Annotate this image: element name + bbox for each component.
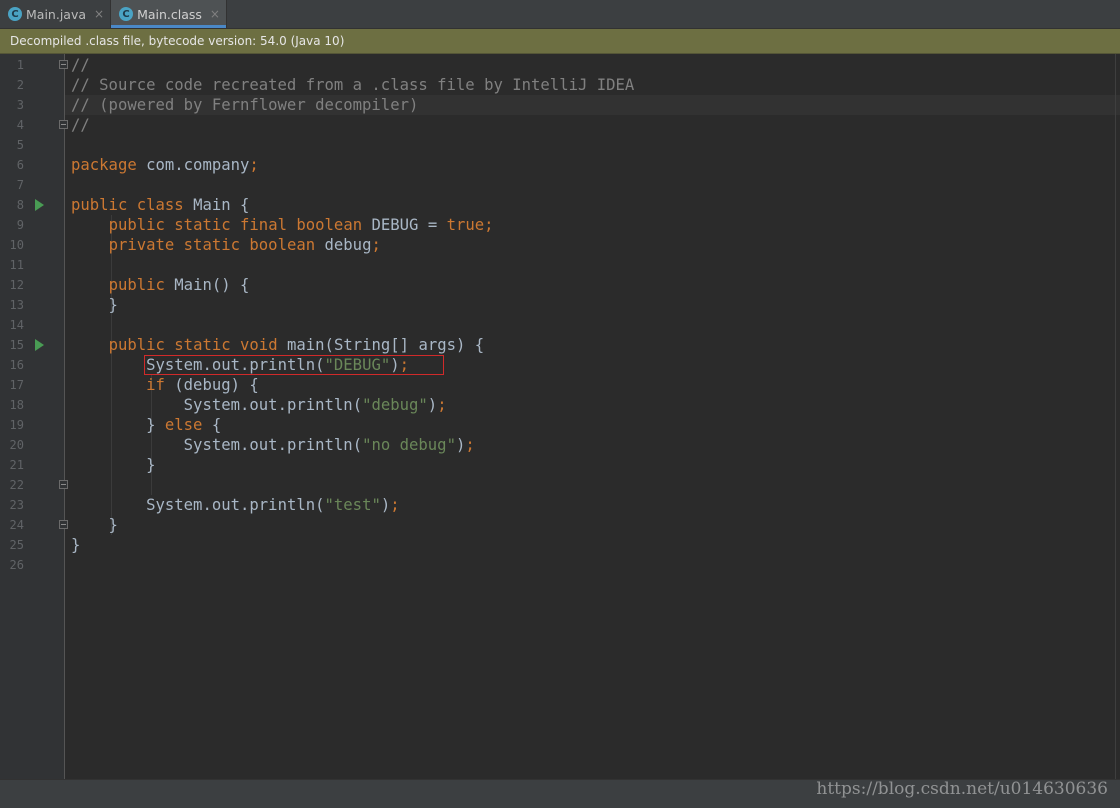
line-number: 2 [16, 78, 24, 92]
run-icon[interactable] [35, 339, 44, 351]
line-number: 11 [9, 258, 24, 272]
line-number: 26 [9, 558, 24, 572]
line-number: 25 [9, 538, 24, 552]
code-line: System.out.println("no debug"); [183, 436, 475, 454]
code-line: if (debug) { [146, 376, 259, 394]
code-line: } [71, 536, 81, 554]
editor-tab-bar: C Main.java × C Main.class × [0, 0, 1120, 29]
code-line: package com.company; [71, 156, 259, 174]
editor-gutter[interactable]: 1 2 3 4 5 6 7 8 9 10 11 12 13 14 15 16 17 18 19 20 21 22 23 24 2… [0, 54, 65, 779]
line-number: 14 [9, 318, 24, 332]
run-icon[interactable] [35, 199, 44, 211]
tab-main-class[interactable]: C Main.class × [111, 0, 227, 28]
fold-icon[interactable] [59, 520, 68, 529]
code-line: // [71, 56, 90, 74]
close-tab-icon[interactable]: × [94, 7, 104, 21]
code-line: // Source code recreated from a .class f… [71, 76, 635, 94]
line-number: 5 [16, 138, 24, 152]
code-line: private static boolean debug; [108, 236, 381, 254]
code-line: // [71, 116, 90, 134]
line-number: 6 [16, 158, 24, 172]
code-line: public static final boolean DEBUG = true… [108, 216, 494, 234]
right-margin-guide [1115, 54, 1116, 779]
highlight-box [144, 355, 444, 375]
line-number: 10 [9, 238, 24, 252]
watermark-text: https://blog.csdn.net/u014630636 [816, 779, 1108, 799]
code-line: System.out.println("test"); [146, 496, 400, 514]
line-number: 15 [9, 338, 24, 352]
line-number: 13 [9, 298, 24, 312]
line-number: 24 [9, 518, 24, 532]
line-number: 1 [16, 58, 24, 72]
line-number: 18 [9, 398, 24, 412]
tab-main-java[interactable]: C Main.java × [0, 0, 112, 28]
line-number: 9 [16, 218, 24, 232]
line-number: 3 [16, 98, 24, 112]
close-tab-icon[interactable]: × [210, 7, 220, 21]
decompiled-notice-banner: Decompiled .class file, bytecode version… [0, 29, 1120, 54]
code-line: } [71, 296, 118, 314]
line-number: 12 [9, 278, 24, 292]
class-file-icon: C [8, 7, 22, 21]
line-number: 17 [9, 378, 24, 392]
code-line: } [71, 456, 156, 474]
code-line: System.out.println("debug"); [183, 396, 447, 414]
line-number: 4 [16, 118, 24, 132]
line-number: 16 [9, 358, 24, 372]
code-line: public static void main(String[] args) { [108, 336, 485, 354]
line-number: 20 [9, 438, 24, 452]
fold-icon[interactable] [59, 480, 68, 489]
line-number: 23 [9, 498, 24, 512]
line-number: 21 [9, 458, 24, 472]
code-line: } else { [71, 416, 222, 434]
fold-icon[interactable] [59, 60, 68, 69]
line-number: 7 [16, 178, 24, 192]
line-number: 8 [16, 198, 24, 212]
class-file-icon: C [119, 7, 134, 21]
line-number: 22 [9, 478, 24, 492]
code-line: public Main() { [108, 276, 250, 294]
line-number: 19 [9, 418, 24, 432]
code-editor[interactable]: 1 2 3 4 5 6 7 8 9 10 11 12 13 14 15 16 17 18 19 20 21 22 23 24 2… [0, 54, 1120, 779]
code-line: } [71, 516, 118, 534]
tab-label: Main.java [26, 6, 87, 22]
code-line: public class Main { [71, 196, 250, 214]
code-line: // (powered by Fernflower decompiler) [71, 96, 419, 114]
banner-text: Decompiled .class file, bytecode version… [10, 34, 345, 48]
fold-icon[interactable] [59, 120, 68, 129]
tab-label: Main.class [137, 6, 202, 22]
